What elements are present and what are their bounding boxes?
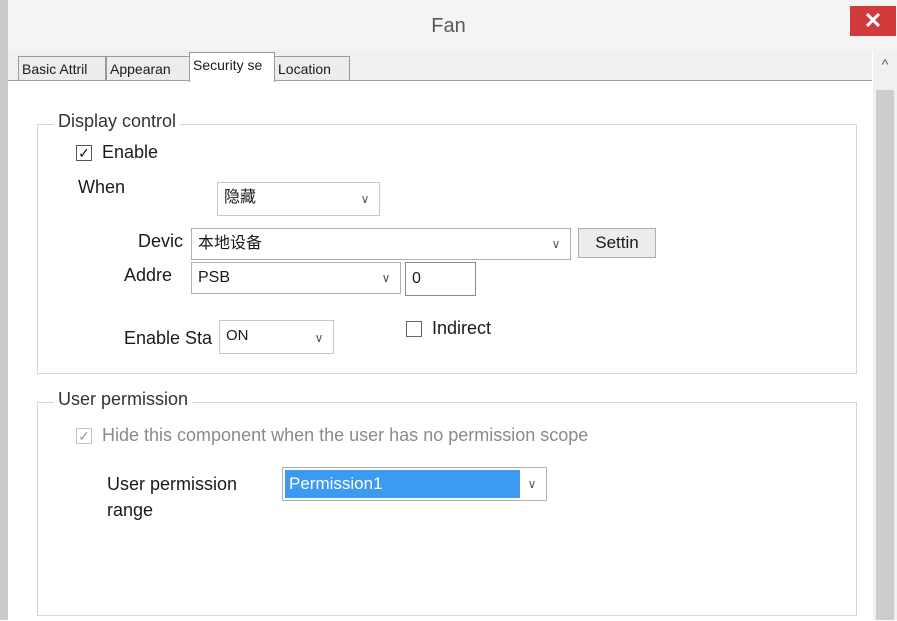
window-title: Fan (431, 15, 466, 37)
permission-range-selected-value: Permission1 (285, 470, 520, 498)
permission-range-label-line2: range (107, 500, 154, 520)
hide-no-permission-label: Hide this component when the user has no… (102, 425, 589, 445)
close-icon: ✕ (863, 8, 883, 33)
address-value-input[interactable]: 0 (405, 262, 476, 296)
checkmark-icon: ✓ (78, 145, 90, 161)
device-select-value: 本地设备 (198, 235, 263, 252)
enable-state-dropdown-icon[interactable]: ∨ (309, 331, 329, 345)
address-type-dropdown-icon[interactable]: ∨ (376, 271, 396, 285)
device-dropdown-icon[interactable]: ∨ (546, 237, 566, 251)
enable-label: Enable (102, 142, 159, 162)
permission-range-select[interactable]: Permission1 (282, 467, 547, 501)
scrollbar-thumb[interactable] (876, 90, 894, 620)
indirect-label: Indirect (432, 318, 492, 338)
hide-no-permission-checkbox[interactable]: ✓ (76, 428, 92, 444)
enable-state-label: Enable Sta (124, 328, 213, 348)
settings-button[interactable]: Settin (578, 228, 656, 258)
when-dropdown-icon[interactable]: ∨ (355, 192, 375, 206)
address-label: Addre (124, 265, 173, 285)
device-label: Devic (138, 231, 184, 251)
close-button[interactable]: ✕ (850, 6, 896, 36)
enable-checkbox[interactable]: ✓ (76, 145, 92, 161)
indirect-checkbox[interactable] (406, 321, 422, 337)
window-left-border (0, 0, 8, 620)
when-label: When (78, 177, 126, 197)
tab-appearance[interactable]: Appearan (106, 56, 190, 82)
when-select-value: 隐藏 (224, 189, 257, 206)
tab-basic-attributes[interactable]: Basic Attril (18, 56, 106, 82)
enable-state-value: ON (226, 327, 249, 344)
tab-security-settings[interactable]: Security se (189, 52, 275, 82)
checkmark-icon: ✓ (78, 428, 90, 444)
tab-location[interactable]: Location (274, 56, 350, 82)
address-type-value: PSB (198, 269, 231, 286)
permission-range-label-line1: User permission (107, 474, 238, 494)
scroll-up-icon[interactable]: ^ (873, 56, 897, 76)
permission-range-dropdown-icon[interactable]: ∨ (522, 477, 542, 491)
device-select[interactable]: 本地设备 (191, 228, 571, 260)
display-control-legend: Display control (54, 111, 181, 132)
user-permission-legend: User permission (54, 389, 193, 410)
address-type-select[interactable]: PSB (191, 262, 401, 294)
